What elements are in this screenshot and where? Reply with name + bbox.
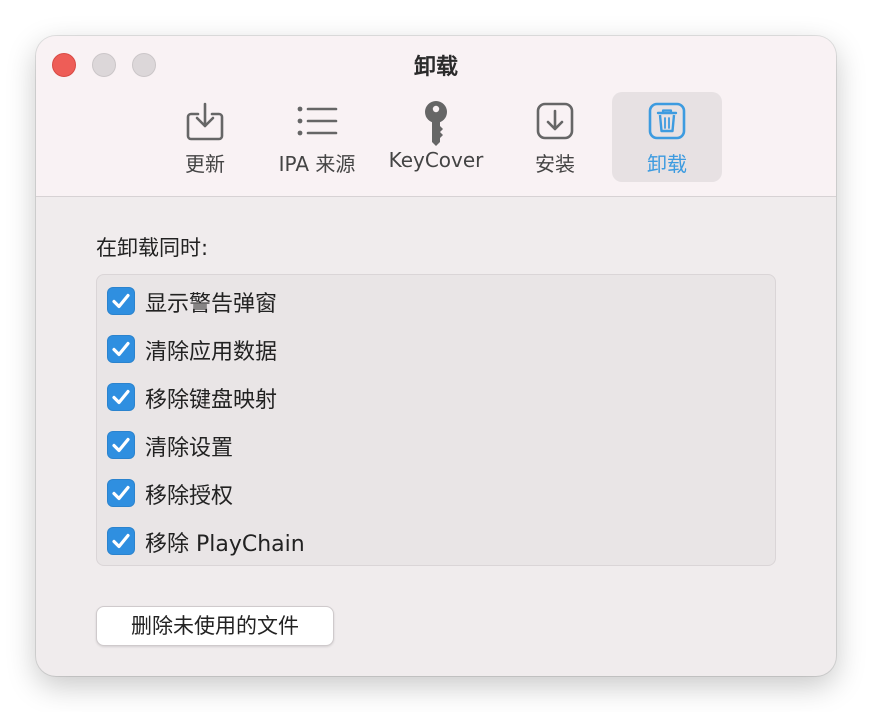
checkmark-icon [112, 533, 130, 549]
uninstall-options-group: 显示警告弹窗 清除应用数据 移除键盘映射 清除设置 移除授权 移除 PlayCh… [96, 274, 776, 566]
tab-ipa-source-label: IPA 来源 [278, 152, 356, 176]
checkbox[interactable] [107, 287, 135, 315]
option-label: 移除授权 [145, 484, 234, 509]
tab-install[interactable]: 安装 [510, 92, 600, 182]
checkbox[interactable] [107, 431, 135, 459]
checkmark-icon [112, 293, 130, 309]
checkbox[interactable] [107, 383, 135, 411]
toolbar: 卸载 更新 IPA 来源 KeyCover 安装 卸载 [36, 36, 836, 197]
tab-keycover-label: KeyCover [388, 148, 484, 172]
tab-uninstall-label: 卸载 [647, 152, 687, 176]
tab-keycover[interactable]: KeyCover [382, 92, 490, 182]
list-icon [295, 100, 339, 146]
trash-icon [647, 100, 687, 146]
delete-unused-files-button[interactable]: 删除未使用的文件 [96, 606, 334, 646]
install-arrow-icon [535, 100, 575, 146]
tab-ipa-source[interactable]: IPA 来源 [262, 92, 372, 182]
checkmark-icon [112, 341, 130, 357]
option-label: 移除 PlayChain [145, 532, 305, 557]
option-label: 移除键盘映射 [145, 388, 278, 413]
option-label: 显示警告弹窗 [145, 292, 278, 317]
checkmark-icon [112, 389, 130, 405]
download-tray-icon [185, 100, 225, 146]
option-label: 清除应用数据 [145, 340, 278, 365]
checkmark-icon [112, 437, 130, 453]
tab-install-label: 安装 [535, 152, 575, 176]
tab-update-label: 更新 [185, 152, 225, 176]
window-title: 卸载 [413, 55, 458, 80]
tab-update[interactable]: 更新 [160, 92, 250, 182]
checkbox[interactable] [107, 335, 135, 363]
option-label: 清除设置 [145, 436, 234, 461]
preferences-window: 卸载 更新 IPA 来源 KeyCover 安装 卸载 在卸载同时: 显示警告弹… [36, 36, 836, 676]
checkbox[interactable] [107, 527, 135, 555]
key-icon [421, 100, 451, 152]
checkbox[interactable] [107, 479, 135, 507]
section-label: 在卸载同时: [96, 236, 209, 260]
checkmark-icon [112, 485, 130, 501]
tab-uninstall[interactable]: 卸载 [612, 92, 722, 182]
